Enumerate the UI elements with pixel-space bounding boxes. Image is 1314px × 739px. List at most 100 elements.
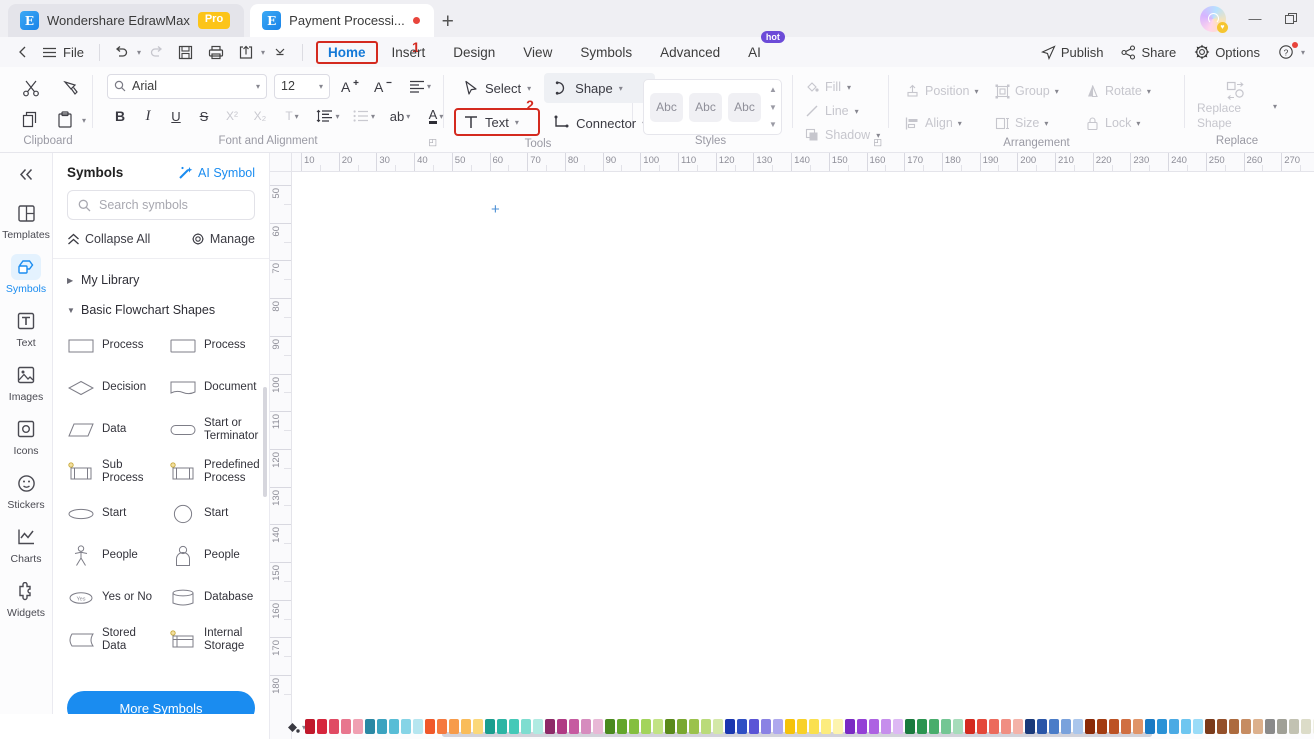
- shape-item-people-bust[interactable]: People: [161, 535, 263, 577]
- color-swatch[interactable]: [1121, 719, 1131, 734]
- tree-group-basic-flowchart[interactable]: ▼ Basic Flowchart Shapes: [53, 295, 269, 325]
- color-swatch[interactable]: [365, 719, 375, 734]
- sidebar-item-charts[interactable]: Charts: [0, 517, 53, 571]
- color-swatch[interactable]: [629, 719, 639, 734]
- expand-gallery-icon[interactable]: ▼: [769, 120, 777, 129]
- color-swatch[interactable]: [461, 719, 471, 734]
- panel-scrollbar[interactable]: [263, 387, 267, 497]
- tab-symbols[interactable]: Symbols: [566, 41, 646, 64]
- color-swatch[interactable]: [569, 719, 579, 734]
- position-button[interactable]: Position ▾: [899, 77, 989, 105]
- color-swatch[interactable]: [389, 719, 399, 734]
- export-button[interactable]: [231, 39, 261, 65]
- increase-font-size-button[interactable]: A: [337, 73, 363, 99]
- publish-button[interactable]: Publish: [1034, 42, 1111, 63]
- bullet-list-button[interactable]: ▾: [347, 103, 381, 129]
- styles-gallery[interactable]: Abc Abc Abc ▲ ▼ ▼: [643, 79, 782, 135]
- superscript-button[interactable]: X²: [219, 103, 245, 129]
- color-swatch[interactable]: [1073, 719, 1083, 734]
- sidebar-item-widgets[interactable]: Widgets: [0, 571, 53, 625]
- italic-button[interactable]: I: [135, 103, 161, 129]
- size-button[interactable]: Size ▾: [989, 109, 1079, 137]
- color-swatch[interactable]: [977, 719, 987, 734]
- shape-item-internal-storage[interactable]: Internal Storage: [161, 619, 263, 661]
- color-swatch[interactable]: [809, 719, 819, 734]
- shape-item-document[interactable]: Document: [161, 367, 263, 409]
- color-swatch[interactable]: [545, 719, 555, 734]
- color-swatch[interactable]: [473, 719, 483, 734]
- color-swatch[interactable]: [773, 719, 783, 734]
- color-swatch[interactable]: [713, 719, 723, 734]
- tab-view[interactable]: View: [509, 41, 566, 64]
- shape-item-start-ellipse[interactable]: Start: [59, 493, 161, 535]
- shape-item-sub-process[interactable]: Sub Process: [59, 451, 161, 493]
- color-swatch[interactable]: [593, 719, 603, 734]
- print-button[interactable]: [201, 39, 231, 65]
- color-swatch[interactable]: [1241, 719, 1251, 734]
- color-swatch[interactable]: [905, 719, 915, 734]
- color-swatch[interactable]: [557, 719, 567, 734]
- shape-item-start-terminator[interactable]: Start or Terminator: [161, 409, 263, 451]
- diagram-canvas[interactable]: +: [292, 172, 1314, 739]
- shadow-button[interactable]: Shadow ▾: [801, 125, 884, 145]
- color-swatch[interactable]: [917, 719, 927, 734]
- decrease-font-size-button[interactable]: A: [370, 73, 396, 99]
- tab-home[interactable]: Home: [315, 40, 378, 64]
- collapse-panel-button[interactable]: [11, 161, 41, 187]
- undo-button[interactable]: [107, 39, 137, 65]
- collapse-all-button[interactable]: Collapse All: [67, 232, 150, 246]
- new-tab-button[interactable]: +: [434, 7, 462, 37]
- format-painter-button[interactable]: [54, 73, 88, 103]
- ai-symbol-button[interactable]: AI Symbol: [178, 165, 255, 180]
- color-swatch[interactable]: [1037, 719, 1047, 734]
- font-dialog-launcher[interactable]: ◰: [428, 137, 437, 148]
- color-swatch[interactable]: [653, 719, 663, 734]
- color-swatch[interactable]: [497, 719, 507, 734]
- color-swatch[interactable]: [989, 719, 999, 734]
- color-swatch[interactable]: [1049, 719, 1059, 734]
- color-swatch[interactable]: [869, 719, 879, 734]
- text-wrap-button[interactable]: ab ▾: [383, 103, 417, 129]
- color-swatch[interactable]: [941, 719, 951, 734]
- color-swatch[interactable]: [821, 719, 831, 734]
- strikethrough-button[interactable]: S: [191, 103, 217, 129]
- color-swatch[interactable]: [617, 719, 627, 734]
- sidebar-item-text[interactable]: Text: [0, 301, 53, 355]
- line-button[interactable]: Line ▾: [801, 101, 863, 121]
- align-button[interactable]: Align ▾: [899, 109, 989, 137]
- color-swatch[interactable]: [521, 719, 531, 734]
- color-swatch[interactable]: [1109, 719, 1119, 734]
- shape-item-predefined-process[interactable]: Predefined Process: [161, 451, 263, 493]
- color-swatch[interactable]: [1001, 719, 1011, 734]
- replace-shape-button[interactable]: Replace Shape: [1197, 81, 1275, 131]
- shape-item-people-figure[interactable]: People: [59, 535, 161, 577]
- color-swatch[interactable]: [737, 719, 747, 734]
- color-swatch[interactable]: [953, 719, 963, 734]
- shape-item-start-circle[interactable]: Start: [161, 493, 263, 535]
- paste-button[interactable]: [54, 105, 76, 135]
- tab-ai[interactable]: AI hot: [734, 30, 785, 64]
- scroll-down-icon[interactable]: ▼: [769, 103, 777, 112]
- paste-caret-icon[interactable]: ▾: [82, 116, 86, 125]
- shape-item-process-2[interactable]: Process: [161, 325, 263, 367]
- tree-group-my-library[interactable]: ▶ My Library: [53, 265, 269, 295]
- text-effect-button[interactable]: T ▾: [275, 103, 309, 129]
- shape-item-process-1[interactable]: Process: [59, 325, 161, 367]
- properties-dialog-launcher[interactable]: ◰: [873, 137, 882, 148]
- color-swatch[interactable]: [965, 719, 975, 734]
- color-swatch[interactable]: [785, 719, 795, 734]
- color-swatch[interactable]: [449, 719, 459, 734]
- color-swatches[interactable]: [305, 719, 1314, 734]
- color-swatch[interactable]: [1157, 719, 1167, 734]
- minimize-button[interactable]: —: [1238, 4, 1272, 34]
- search-input[interactable]: Search symbols: [67, 190, 255, 220]
- style-chip[interactable]: Abc: [689, 92, 722, 122]
- manage-button[interactable]: Manage: [191, 232, 255, 246]
- sidebar-item-stickers[interactable]: Stickers: [0, 463, 53, 517]
- color-swatch[interactable]: [1289, 719, 1299, 734]
- app-tab[interactable]: E Wondershare EdrawMax Pro: [8, 4, 245, 37]
- tab-design[interactable]: Design: [439, 41, 509, 64]
- color-swatch[interactable]: [1061, 719, 1071, 734]
- more-commands-button[interactable]: [265, 39, 295, 65]
- help-button[interactable]: ? ▾: [1271, 41, 1306, 63]
